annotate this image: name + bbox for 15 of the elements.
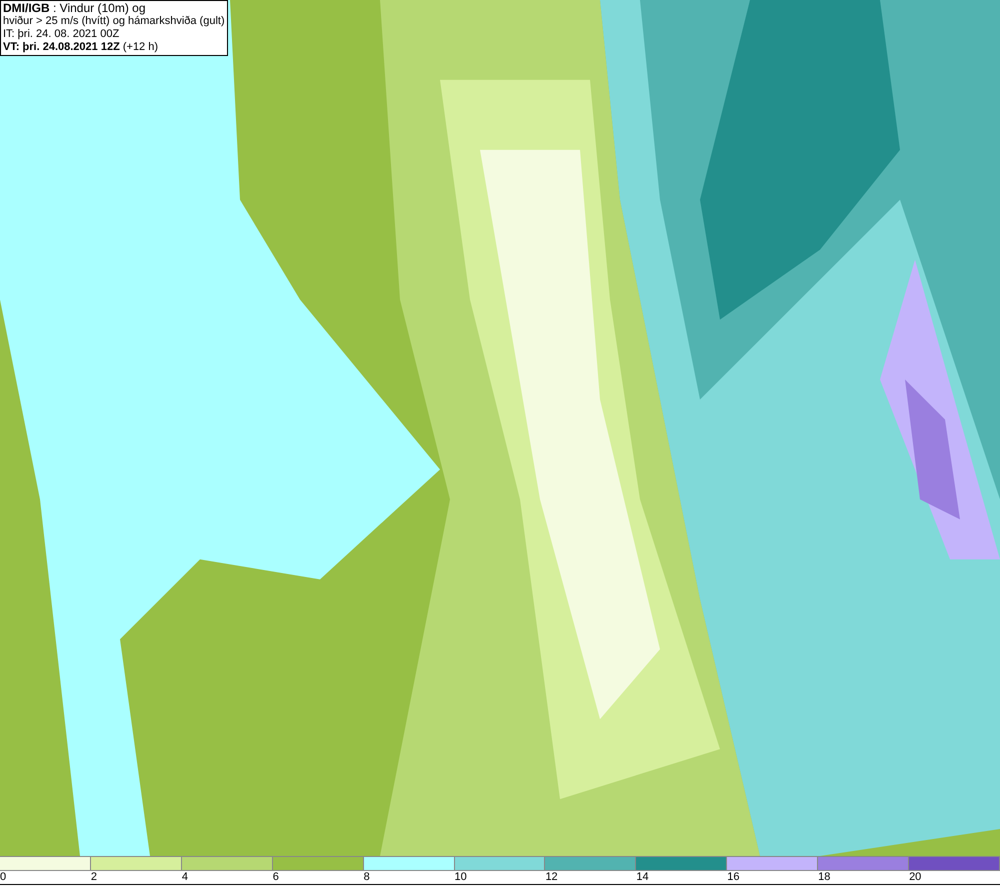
legend-label: 14	[636, 871, 649, 884]
legend-label: 18	[818, 871, 830, 884]
legend-label: 12	[545, 871, 558, 884]
legend-label: 16	[727, 871, 740, 884]
legend-label: 10	[454, 871, 467, 884]
info-text: DMI/IGB : Vindur (10m) og	[3, 2, 146, 15]
legend-label: 20	[909, 871, 922, 884]
legend-label: 2	[90, 871, 98, 884]
legend-label: 8	[364, 871, 370, 884]
info-text: IT: þri. 24. 08. 2021 00Z	[3, 28, 120, 41]
legend-label: 4	[182, 871, 188, 884]
info-text: VT: þri. 24.08.2021 12Z (+12 h)	[3, 41, 160, 54]
legend-label: 6	[272, 871, 279, 884]
info-text: hviður > 25 m/s (hvítt) og hámarkshviða (gult)	[3, 15, 225, 28]
legend-label: 0	[0, 871, 6, 884]
